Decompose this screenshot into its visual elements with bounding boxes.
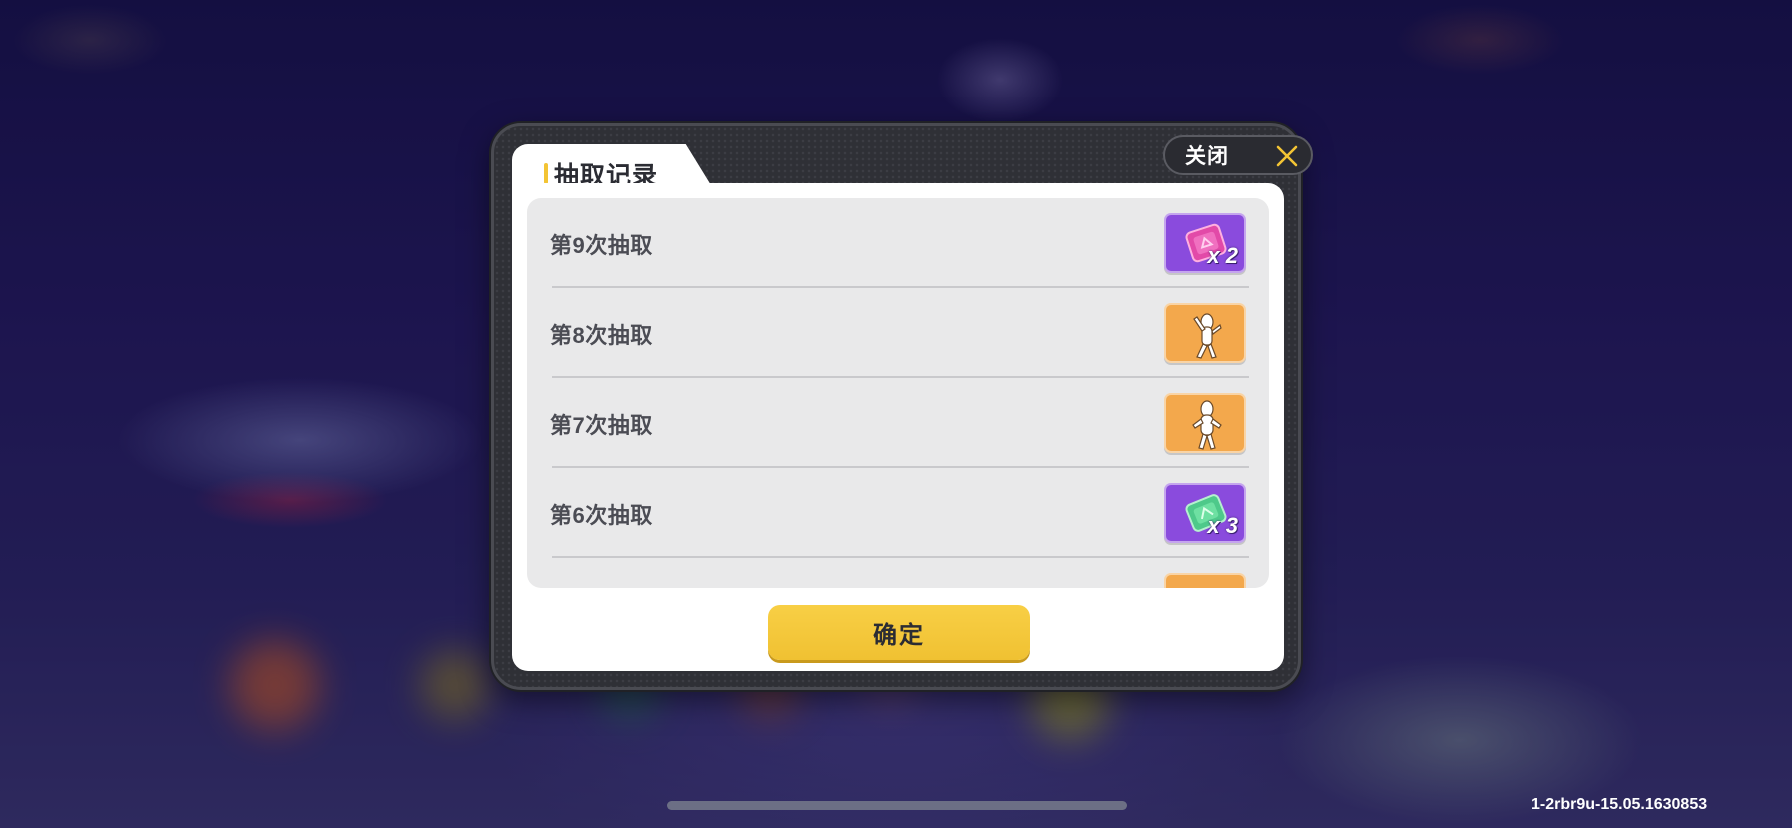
record-label: 第8次抽取 (550, 323, 653, 348)
reward-tile[interactable] (1164, 393, 1246, 453)
dance-pose-emote-icon (1193, 313, 1222, 359)
title-accent-bar (544, 163, 548, 184)
list-item: 第9次抽取 x 2 (527, 198, 1269, 288)
record-label: 第9次抽取 (550, 233, 653, 258)
draw-record-dialog: 抽取记录 关闭 第9次抽取 x 2 第8次抽取 第7次抽取 第6次抽取 x 3 … (491, 123, 1313, 690)
record-list[interactable]: 第9次抽取 x 2 第8次抽取 第7次抽取 第6次抽取 x 3 (527, 198, 1269, 588)
version-text: 1-2rbr9u-15.05.1630853 (1531, 796, 1708, 813)
list-item: 第7次抽取 (527, 378, 1269, 468)
record-label: 第6次抽取 (550, 503, 653, 528)
reward-tile[interactable]: x 2 (1164, 213, 1246, 273)
home-indicator[interactable] (667, 801, 1127, 810)
confirm-label: 确定 (873, 622, 925, 649)
dialog-content: 第9次抽取 x 2 第8次抽取 第7次抽取 第6次抽取 x 3 确定 (512, 183, 1284, 671)
record-label: 第7次抽取 (550, 413, 653, 438)
row-divider (552, 556, 1249, 558)
reward-tile-partial (1164, 573, 1246, 588)
reward-count: x 3 (1207, 513, 1238, 538)
list-item: 第8次抽取 (527, 288, 1269, 378)
reward-tile[interactable]: x 3 (1164, 483, 1246, 543)
close-label: 关闭 (1185, 145, 1229, 168)
standing-pose-emote-icon (1192, 400, 1222, 450)
list-item: 第6次抽取 x 3 (527, 468, 1269, 558)
reward-tile[interactable] (1164, 303, 1246, 363)
reward-count: x 2 (1207, 243, 1238, 268)
confirm-button[interactable]: 确定 (768, 605, 1030, 660)
close-button[interactable]: 关闭 (1163, 135, 1313, 175)
close-icon (1276, 145, 1298, 167)
